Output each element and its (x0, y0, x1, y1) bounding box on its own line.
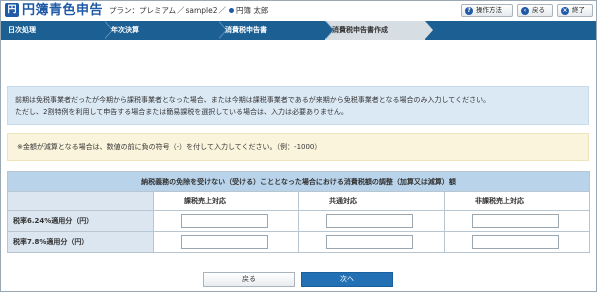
company-name: sample2 (185, 6, 218, 15)
previous-button[interactable]: 戻る (203, 272, 295, 287)
amount-input-7-8-common[interactable] (326, 235, 413, 249)
warning-text: ※金額が減算となる場合は、数値の前に負の符号（-）を付して入力してください。（例… (17, 143, 322, 151)
back-arrow-icon: ‹ (521, 6, 529, 15)
question-icon: ? (465, 6, 473, 15)
info-line-1: 前期は免税事業者だったが今期から課税事業者となった場合、または今期は課税事業者で… (15, 96, 491, 104)
amount-input-7-8-non-taxable-sales[interactable] (472, 235, 559, 249)
tab-daily[interactable]: 日次処理 (1, 21, 113, 40)
exit-button-label: 終了 (572, 6, 585, 14)
tab-consumption-tax-return[interactable]: 消費税申告書 (218, 21, 334, 40)
plan-separator: ／ (176, 6, 185, 15)
tab-create-consumption-tax-return-label: 消費税申告書作成 (332, 26, 388, 34)
close-icon: × (561, 6, 569, 15)
table-cell (443, 210, 591, 232)
app-title: 円簿青色申告 (22, 3, 104, 18)
plan-label: プラン：プレミアム (109, 6, 176, 15)
amount-input-7-8-taxable-sales[interactable] (181, 235, 268, 249)
help-button[interactable]: ? 操作方法 (461, 4, 513, 17)
tax-adjustment-table: 納税義務の免除を受けない（受ける）こととなった場合における消費税額の調整（加算又… (6, 171, 591, 253)
table-cell (443, 231, 591, 253)
table-title: 納税義務の免除を受けない（受ける）こととなった場合における消費税額の調整（加算又… (6, 171, 591, 192)
tab-daily-label: 日次処理 (8, 26, 36, 34)
logo-icon: 円 (5, 3, 19, 17)
table-cell (153, 231, 299, 253)
table-row: 税率6.24%適用分（円） (7, 210, 591, 232)
column-header-common: 共通対応 (298, 191, 445, 211)
table-title-row: 納税義務の免除を受けない（受ける）こととなった場合における消費税額の調整（加算又… (6, 171, 591, 192)
back-button[interactable]: ‹ 戻る (517, 4, 553, 17)
step-tab-bar: 日次処理 年次決算 消費税申告書 消費税申告書作成 (1, 21, 596, 40)
row-label-rate-6-24: 税率6.24%適用分（円） (7, 210, 154, 232)
tab-create-consumption-tax-return[interactable]: 消費税申告書作成 (325, 21, 433, 40)
plan-separator-2: ／ (218, 6, 227, 15)
header-corner-cell (7, 191, 154, 211)
negative-amount-notice: ※金額が減算となる場合は、数値の前に負の符号（-）を付して入力してください。（例… (7, 133, 589, 161)
column-header-taxable-sales: 課税売上対応 (153, 191, 299, 211)
table-row: 税率7.8%適用分（円） (7, 231, 591, 253)
table-cell (298, 231, 445, 253)
help-button-label: 操作方法 (476, 6, 502, 14)
row-label-rate-7-8: 税率7.8%適用分（円） (7, 231, 154, 253)
app-header: 円 円簿青色申告 プラン：プレミアム／sample2／ 円簿 太郎 ? 操作方法 … (1, 1, 596, 21)
user-icon (229, 8, 235, 13)
amount-input-6-24-common[interactable] (326, 214, 413, 228)
tab-arrow (325, 21, 333, 39)
tab-annual-closing[interactable]: 年次決算 (104, 21, 227, 40)
info-notice: 前期は免税事業者だったが今期から課税事業者となった場合、または今期は課税事業者で… (7, 86, 589, 125)
column-header-non-taxable-sales: 非課税売上対応 (443, 191, 591, 211)
plan-info: プラン：プレミアム／sample2／ 円簿 太郎 (109, 6, 268, 16)
amount-input-6-24-non-taxable-sales[interactable] (472, 214, 559, 228)
next-button[interactable]: 次へ (301, 272, 393, 287)
info-line-2: ただし、2割特例を利用して申告する場合または簡易課税を選択している場合は、入力は… (15, 108, 348, 116)
back-button-label: 戻る (532, 6, 545, 14)
tab-arrow (425, 21, 433, 39)
table-header-row: 課税売上対応 共通対応 非課税売上対応 (7, 191, 591, 211)
table-cell (153, 210, 299, 232)
amount-input-6-24-taxable-sales[interactable] (181, 214, 268, 228)
user-name: 円簿 太郎 (236, 6, 269, 15)
tab-arrow (104, 21, 112, 39)
exit-button[interactable]: × 終了 (557, 4, 593, 17)
tab-arrow (218, 21, 226, 39)
table-cell (298, 210, 445, 232)
